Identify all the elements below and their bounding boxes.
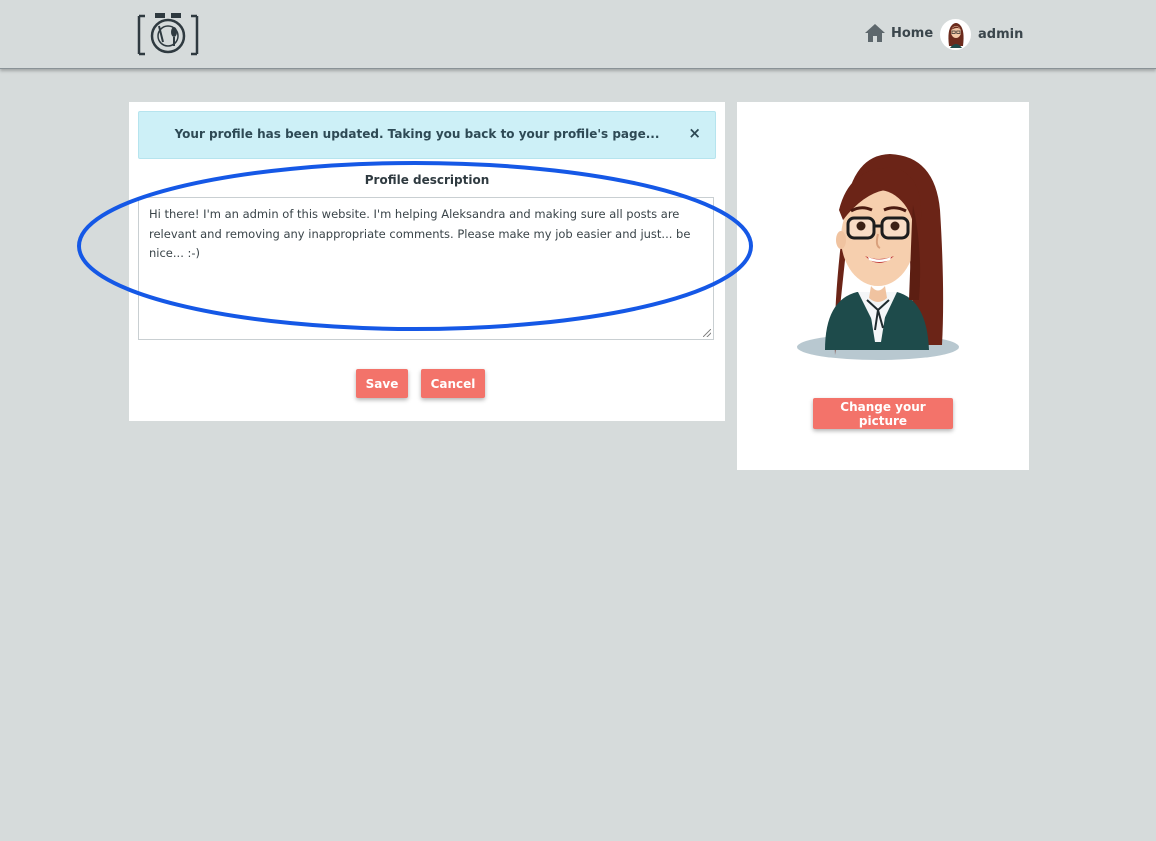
avatar: [940, 18, 971, 50]
camera-plate-logo-icon[interactable]: [137, 12, 199, 58]
nav-home-label: Home: [891, 25, 934, 41]
description-text: Hi there! I'm an admin of this website. …: [149, 207, 691, 260]
home-icon: [865, 24, 885, 42]
close-icon[interactable]: ×: [688, 126, 701, 141]
success-alert: Your profile has been updated. Taking yo…: [138, 111, 716, 159]
profile-portrait-image: [797, 154, 959, 360]
profile-edit-card: Your profile has been updated. Taking yo…: [129, 102, 725, 421]
cancel-button[interactable]: Cancel: [421, 369, 485, 398]
nav-user-label: admin: [978, 26, 1024, 42]
save-button[interactable]: Save: [356, 369, 408, 398]
navbar: Home admin: [0, 0, 1156, 69]
nav-home-link[interactable]: Home: [864, 22, 933, 44]
change-picture-button[interactable]: Change your picture: [813, 398, 953, 429]
nav-user-menu[interactable]: admin: [940, 18, 1023, 50]
resize-handle-icon[interactable]: [703, 329, 711, 337]
profile-picture-card: Change your picture: [737, 102, 1029, 470]
description-textarea[interactable]: Hi there! I'm an admin of this website. …: [138, 197, 714, 340]
alert-message: Your profile has been updated. Taking yo…: [174, 127, 660, 141]
description-label: Profile description: [364, 173, 490, 187]
